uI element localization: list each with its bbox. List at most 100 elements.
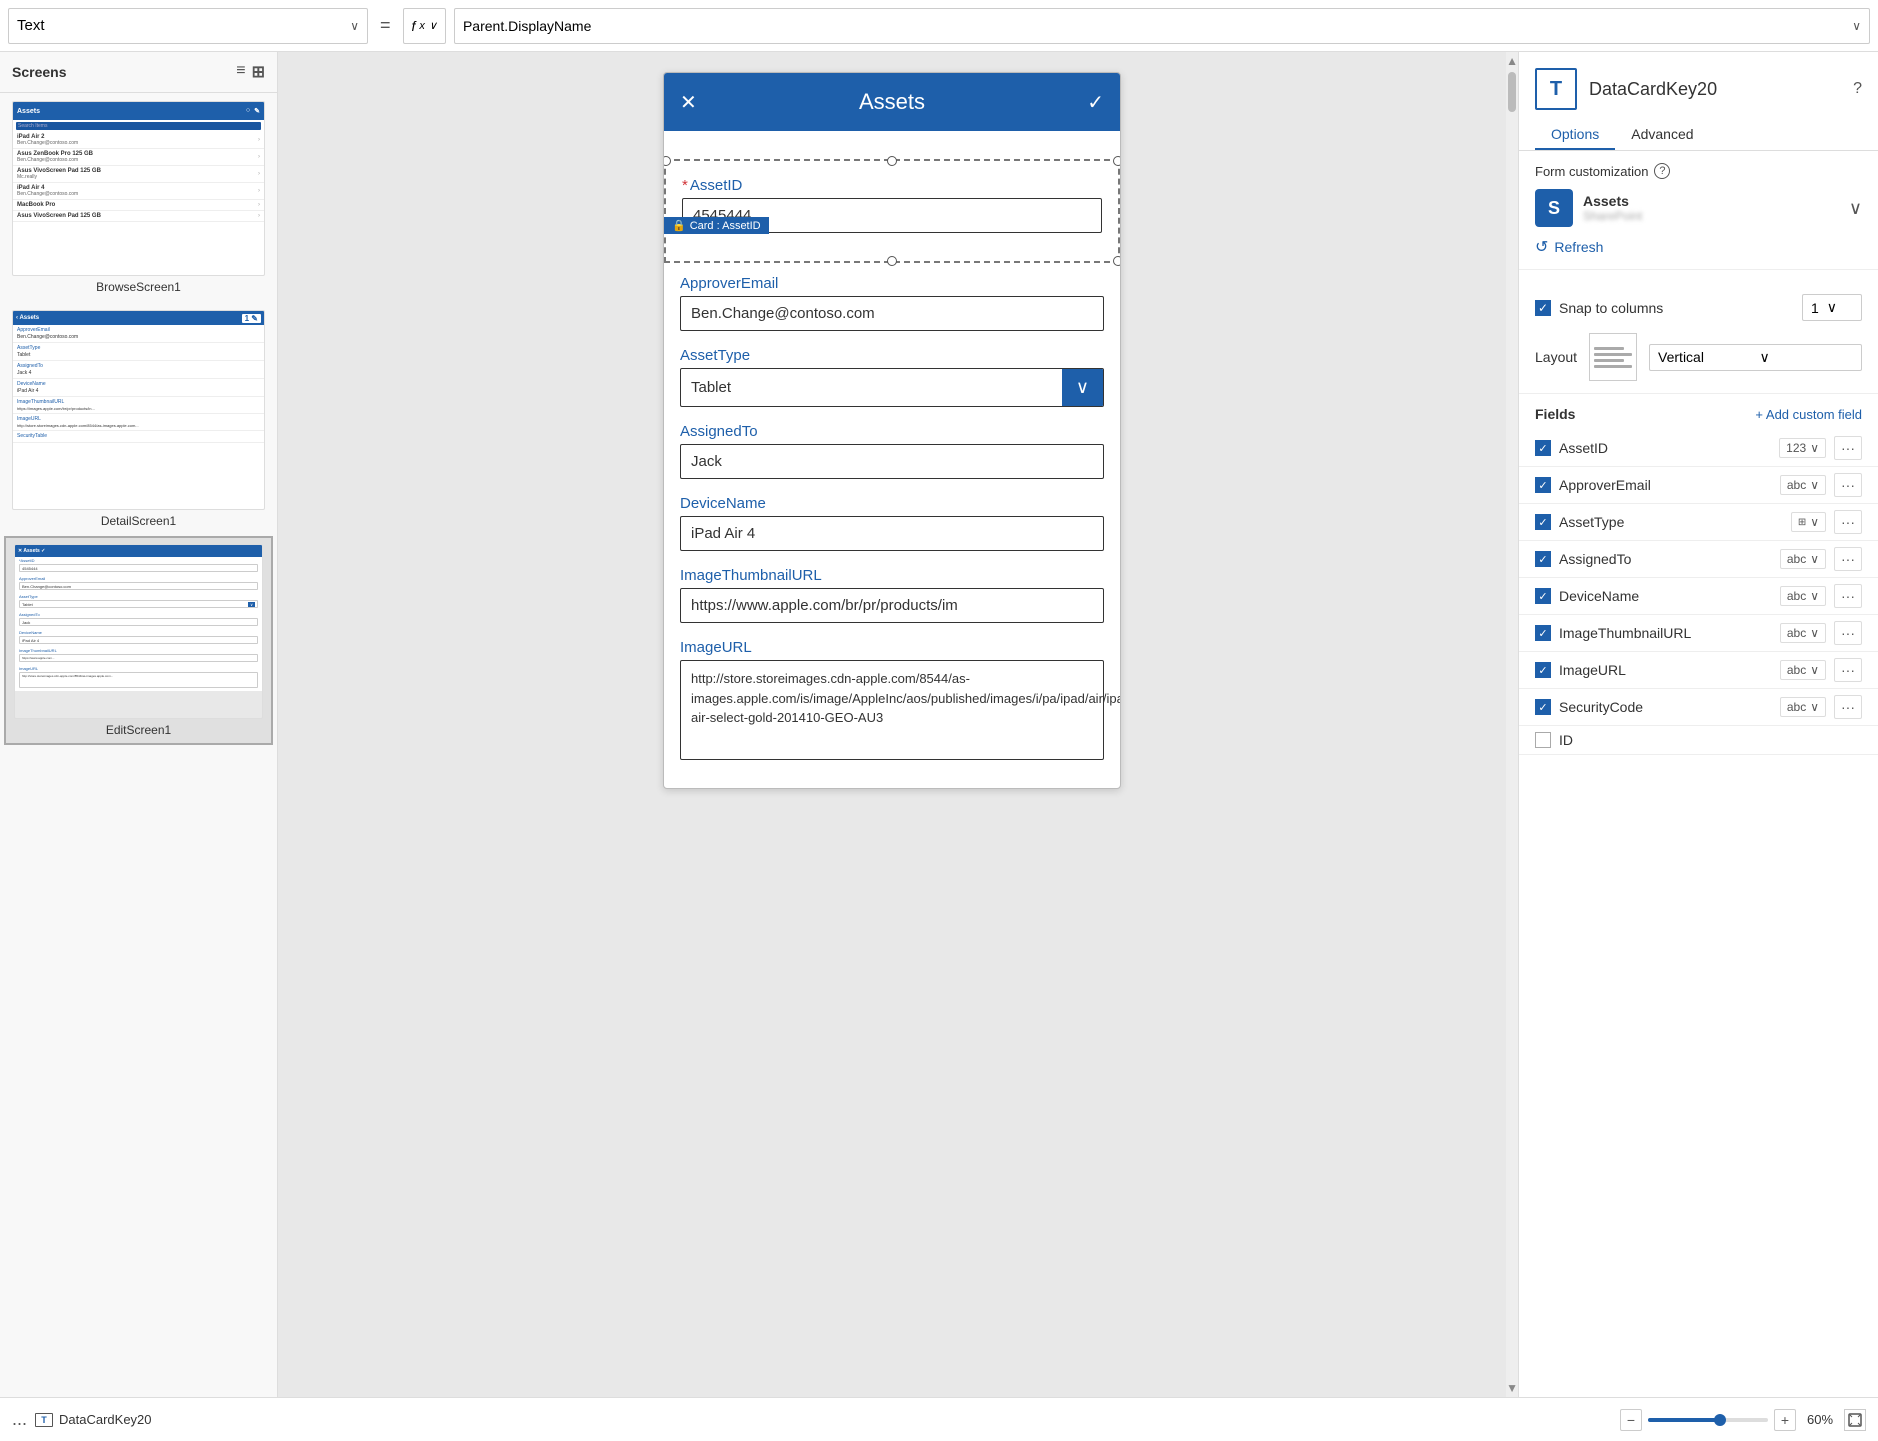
formula-input[interactable] — [463, 18, 1852, 34]
confirm-button[interactable]: ✓ — [1087, 90, 1104, 115]
assignedto-type-dropdown[interactable]: abc ∨ — [1780, 549, 1826, 569]
columns-dropdown[interactable]: 1 ∨ — [1802, 294, 1862, 321]
bottom-screen-label: T DataCardKey20 — [35, 1412, 152, 1427]
imageurl-type-chevron: ∨ — [1810, 663, 1819, 677]
lock-icon: 🔒 — [672, 219, 686, 232]
fields-title: Fields — [1535, 406, 1755, 422]
securitycode-checkbox[interactable]: ✓ — [1535, 699, 1551, 715]
grid-view-icon[interactable]: ⊞ — [252, 62, 265, 82]
devicename-input[interactable]: iPad Air 4 — [680, 516, 1104, 551]
imageurl-type-dropdown[interactable]: abc ∨ — [1780, 660, 1826, 680]
layout-line-1 — [1594, 347, 1624, 350]
assetid-field-name: AssetID — [1559, 440, 1771, 456]
form-field-imageurl: ImageURL http://store.storeimages.cdn-ap… — [680, 639, 1104, 760]
scroll-up-icon[interactable]: ▲ — [1506, 54, 1518, 68]
assetid-type-dropdown[interactable]: 123 ∨ — [1779, 438, 1826, 458]
assettype-checkbox[interactable]: ✓ — [1535, 514, 1551, 530]
sidebar-item-edit[interactable]: ✕ Assets ✓ *AssetID 4545444 ApproverEmai… — [4, 536, 273, 745]
add-custom-field-button[interactable]: + Add custom field — [1755, 407, 1862, 422]
dropdown-chevron-icon[interactable]: ∨ — [1062, 369, 1103, 406]
sidebar-item-detail[interactable]: ‹ Assets 1 ✎ ApproverEmail Ben.Change@co… — [0, 302, 277, 536]
assetid-more-button[interactable]: ··· — [1834, 436, 1862, 460]
card-label-text: Card : AssetID — [690, 220, 761, 232]
zoom-slider-thumb[interactable] — [1714, 1414, 1726, 1426]
imageurl-label: ImageURL — [680, 639, 1104, 656]
imagethumbnailurl-field-name: ImageThumbnailURL — [1559, 625, 1772, 641]
assettype-type-dropdown[interactable]: ⊞ ∨ — [1791, 512, 1826, 532]
help-icon[interactable]: ? — [1853, 80, 1862, 98]
property-chevron[interactable]: ∨ — [350, 19, 359, 33]
imageurl-checkbox[interactable]: ✓ — [1535, 662, 1551, 678]
approveremail-input[interactable]: Ben.Change@contoso.com — [680, 296, 1104, 331]
checkbox-check-icon: ✓ — [1538, 479, 1547, 492]
imageurl-more-button[interactable]: ··· — [1834, 658, 1862, 682]
imagethumbnailurl-checkbox[interactable]: ✓ — [1535, 625, 1551, 641]
id-checkbox[interactable]: ✓ — [1535, 732, 1551, 748]
snap-label: Snap to columns — [1559, 300, 1794, 316]
formula-bar[interactable]: ∨ — [454, 8, 1870, 44]
layout-row: Layout Vertical ∨ — [1535, 333, 1862, 381]
zoom-plus-button[interactable]: + — [1774, 1409, 1796, 1431]
field-row-imageurl: ✓ ImageURL abc ∨ ··· — [1519, 652, 1878, 689]
scroll-down-icon[interactable]: ▼ — [1506, 1381, 1518, 1395]
checkbox-check-icon: ✓ — [1538, 627, 1547, 640]
fit-to-screen-button[interactable] — [1844, 1409, 1866, 1431]
form-help-icon[interactable]: ? — [1654, 163, 1670, 179]
refresh-row[interactable]: ↺ Refresh — [1535, 237, 1862, 257]
assignedto-label: AssignedTo — [680, 423, 1104, 440]
snap-checkbox[interactable]: ✓ — [1535, 300, 1551, 316]
close-button[interactable]: ✕ — [680, 90, 697, 115]
formula-chevron[interactable]: ∨ — [1852, 19, 1861, 33]
approveremail-more-button[interactable]: ··· — [1834, 473, 1862, 497]
list-view-icon[interactable]: ≡ — [236, 62, 245, 82]
datasource-chevron-icon[interactable]: ∨ — [1849, 198, 1862, 219]
id-field-name: ID — [1559, 732, 1862, 748]
form-container: 🔒 Card : AssetID AssetID — [664, 159, 1120, 788]
approveremail-checkbox[interactable]: ✓ — [1535, 477, 1551, 493]
zoom-slider[interactable] — [1648, 1418, 1768, 1422]
securitycode-more-button[interactable]: ··· — [1834, 695, 1862, 719]
assignedto-more-button[interactable]: ··· — [1834, 547, 1862, 571]
imagethumbnailurl-more-button[interactable]: ··· — [1834, 621, 1862, 645]
devicename-more-button[interactable]: ··· — [1834, 584, 1862, 608]
field-row-assettype: ✓ AssetType ⊞ ∨ ··· — [1519, 504, 1878, 541]
assignedto-input[interactable]: Jack — [680, 444, 1104, 479]
imageurl-textarea[interactable]: http://store.storeimages.cdn-apple.com/8… — [680, 660, 1104, 760]
fx-button[interactable]: fx ∨ — [403, 8, 446, 44]
imagethumbnail-input[interactable]: https://www.apple.com/br/pr/products/im — [680, 588, 1104, 623]
canvas-scrollbar[interactable]: ▲ ▼ — [1506, 52, 1518, 1397]
detail-screen-label: DetailScreen1 — [12, 514, 265, 528]
layout-dropdown[interactable]: Vertical ∨ — [1649, 344, 1862, 371]
securitycode-field-name: SecurityCode — [1559, 699, 1772, 715]
approveremail-type-dropdown[interactable]: abc ∨ — [1780, 475, 1826, 495]
assetid-checkbox[interactable]: ✓ — [1535, 440, 1551, 456]
scroll-thumb[interactable] — [1508, 72, 1516, 112]
right-panel: T DataCardKey20 ? Options Advanced Form … — [1518, 52, 1878, 1397]
zoom-minus-button[interactable]: − — [1620, 1409, 1642, 1431]
more-options-button[interactable]: ... — [12, 1409, 27, 1430]
sidebar-item-browse[interactable]: Assets ○ ✎ Search Items iPad Air 2 Ben.C… — [0, 93, 277, 302]
form-field-imagethumbnail: ImageThumbnailURL https://www.apple.com/… — [680, 567, 1104, 623]
phone-header: ✕ Assets ✓ — [664, 73, 1120, 131]
main-layout: Screens ≡ ⊞ Assets ○ ✎ Search Items — [0, 52, 1878, 1397]
assignedto-field-name: AssignedTo — [1559, 551, 1772, 567]
tab-advanced[interactable]: Advanced — [1615, 118, 1709, 150]
securitycode-type-dropdown[interactable]: abc ∨ — [1780, 697, 1826, 717]
approveremail-label: ApproverEmail — [680, 275, 1104, 292]
checkbox-check-icon: ✓ — [1538, 516, 1547, 529]
selected-card-assetid[interactable]: AssetID 4545444 — [664, 159, 1120, 263]
assignedto-checkbox[interactable]: ✓ — [1535, 551, 1551, 567]
devicename-type-dropdown[interactable]: abc ∨ — [1780, 586, 1826, 606]
devicename-checkbox[interactable]: ✓ — [1535, 588, 1551, 604]
form-customization-title: Form customization ? — [1535, 163, 1862, 179]
canvas-scroll: ✕ Assets ✓ 🔒 Card : AssetID — [278, 52, 1518, 1397]
assettype-more-button[interactable]: ··· — [1834, 510, 1862, 534]
approveremail-field-name: ApproverEmail — [1559, 477, 1772, 493]
layout-line-2 — [1594, 353, 1632, 356]
tab-options[interactable]: Options — [1535, 118, 1615, 150]
checkbox-check-icon: ✓ — [1538, 442, 1547, 455]
assettype-dropdown[interactable]: Tablet ∨ — [680, 368, 1104, 407]
property-dropdown[interactable]: Text ∨ — [8, 8, 368, 44]
imagethumbnailurl-type-dropdown[interactable]: abc ∨ — [1780, 623, 1826, 643]
thumb2-header: ‹ Assets 1 ✎ — [13, 311, 264, 325]
